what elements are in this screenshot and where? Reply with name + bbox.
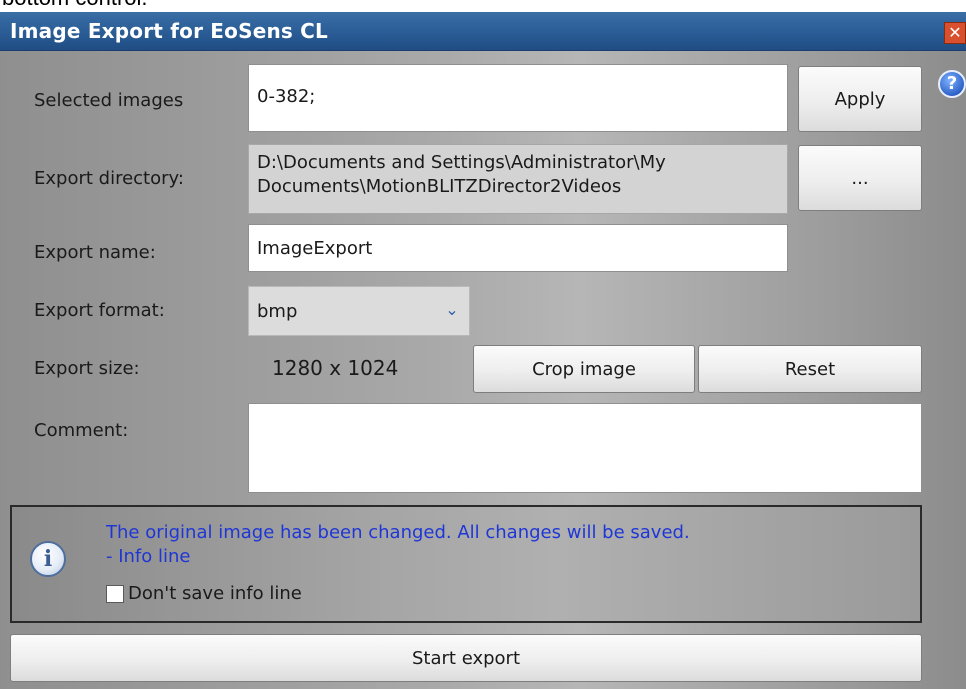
selected-images-input[interactable]	[248, 64, 788, 132]
image-export-dialog: Image Export for EoSens CL ✕ ? Selected …	[0, 12, 966, 689]
apply-button[interactable]: Apply	[798, 66, 922, 132]
export-format-select[interactable]: bmp ⌄	[248, 286, 470, 336]
crop-image-label: Crop image	[532, 358, 636, 380]
comment-textarea[interactable]	[248, 403, 922, 493]
browse-directory-button[interactable]: ...	[798, 145, 922, 211]
info-icon: i	[30, 541, 66, 577]
reset-label: Reset	[784, 358, 836, 380]
close-icon[interactable]: ✕	[944, 22, 966, 44]
browse-button-label: ...	[851, 167, 869, 189]
export-name-label: Export name:	[34, 242, 156, 263]
apply-button-label: Apply	[834, 88, 886, 110]
reset-button[interactable]: Reset	[698, 345, 922, 393]
help-icon[interactable]: ?	[938, 70, 966, 98]
export-format-label: Export format:	[34, 300, 165, 321]
dialog-title: Image Export for EoSens CL	[10, 19, 328, 43]
title-bar[interactable]: Image Export for EoSens CL	[0, 12, 966, 51]
dont-save-info-line-label[interactable]: Don't save info line	[128, 583, 302, 604]
dont-save-info-line-checkbox[interactable]	[106, 585, 124, 603]
background-text: bottom control.	[2, 0, 148, 9]
chevron-down-icon[interactable]: ⌄	[441, 299, 463, 321]
export-directory-label: Export directory:	[34, 168, 184, 189]
export-name-input[interactable]	[248, 224, 788, 272]
comment-label: Comment:	[34, 420, 129, 441]
export-directory-field[interactable]: D:\Documents and Settings\Administrator\…	[248, 144, 788, 214]
info-message: The original image has been changed. All…	[106, 522, 690, 543]
crop-image-button[interactable]: Crop image	[473, 345, 695, 393]
start-export-label: Start export	[412, 647, 520, 669]
export-format-value: bmp	[257, 301, 298, 322]
background-text-strip: bottom control.	[0, 0, 966, 12]
export-size-value: 1280 x 1024	[272, 356, 399, 380]
info-line-text: - Info line	[106, 546, 191, 567]
start-export-button[interactable]: Start export	[10, 634, 922, 682]
selected-images-label: Selected images	[34, 90, 184, 111]
info-panel: i The original image has been changed. A…	[10, 505, 922, 623]
export-size-label: Export size:	[34, 358, 140, 379]
